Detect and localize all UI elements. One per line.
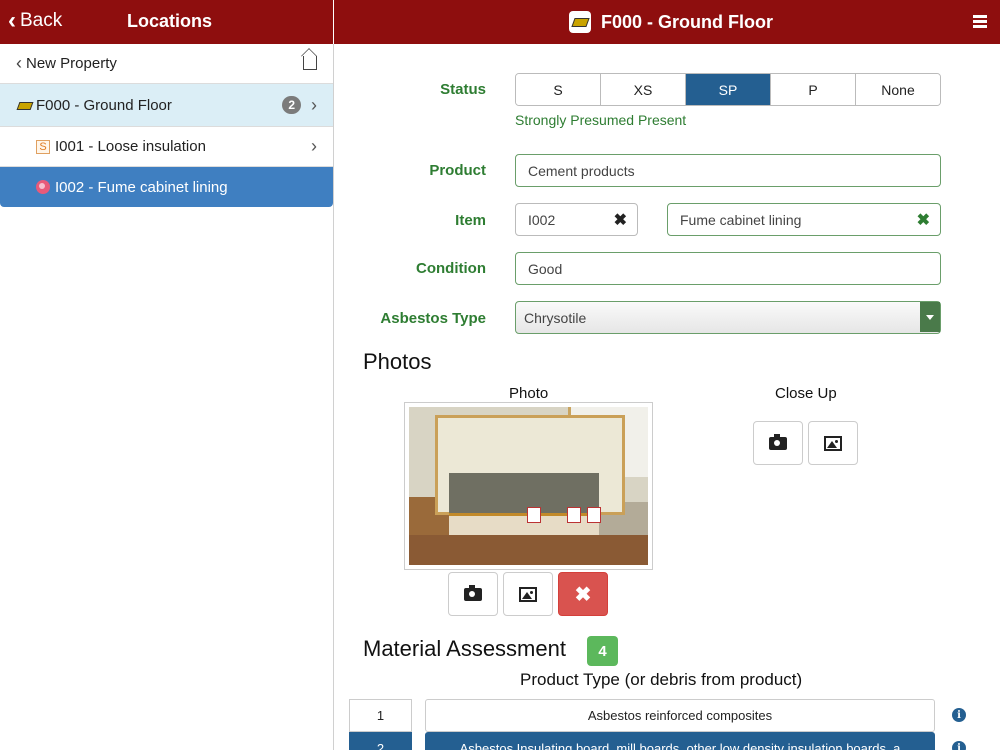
product-type-option[interactable]: Asbestos reinforced composites <box>425 699 935 732</box>
info-icon[interactable]: i <box>952 708 966 722</box>
close-icon[interactable]: ✖ <box>917 210 930 230</box>
item-code-field[interactable]: I002 ✖ <box>515 203 638 236</box>
closeup-gallery-button[interactable] <box>808 421 858 465</box>
status-option-s[interactable]: S <box>516 74 601 105</box>
sidebar-title: Locations <box>127 11 213 31</box>
main-panel: Status S XS SP P None Strongly Presumed … <box>335 44 1000 750</box>
asbestos-type-label: Asbestos Type <box>380 310 486 327</box>
product-type-option-selected[interactable]: Asbestos Insulating board, mill boards, … <box>425 732 935 750</box>
closeup-camera-button[interactable] <box>753 421 803 465</box>
assessment-score-badge: 4 <box>587 636 618 666</box>
info-icon[interactable]: i <box>952 741 966 750</box>
asbestos-type-select[interactable]: Chrysotile <box>515 301 941 334</box>
option-number: 1 <box>349 699 412 732</box>
chevron-down-icon <box>920 302 940 332</box>
status-segmented-control: S XS SP P None <box>515 73 941 106</box>
chevron-left-icon: ‹ <box>16 53 22 73</box>
photo-camera-button[interactable] <box>448 572 498 616</box>
sidebar-item-i001[interactable]: S I001 - Loose insulation › <box>0 127 333 167</box>
status-option-none[interactable]: None <box>856 74 940 105</box>
photos-heading: Photos <box>363 349 432 374</box>
sidebar-item-i002[interactable]: I002 - Fume cabinet lining <box>0 167 333 207</box>
photo-delete-button[interactable]: ✖ <box>558 572 608 616</box>
item-name-value: Fume cabinet lining <box>680 211 802 228</box>
biohazard-icon <box>36 180 50 194</box>
close-icon: ✖ <box>574 583 592 606</box>
back-button[interactable]: ‹ Back <box>8 9 62 33</box>
status-label: Status <box>440 81 486 98</box>
sidebar: ‹ New Property F000 - Ground Floor 2 › S… <box>0 44 334 750</box>
chevron-right-icon: › <box>311 136 317 156</box>
chevron-right-icon: › <box>311 94 317 115</box>
photo-thumbnail[interactable] <box>404 402 653 570</box>
home-icon[interactable] <box>303 56 317 70</box>
condition-field[interactable]: Good <box>515 252 941 285</box>
item-code-value: I002 <box>528 211 556 228</box>
sidebar-item-label: F000 - Ground Floor <box>36 96 172 114</box>
photo-label: Photo <box>509 385 549 402</box>
status-option-sp[interactable]: SP <box>686 74 771 105</box>
product-label: Product <box>429 162 486 179</box>
material-assessment-heading: Material Assessment <box>363 636 566 661</box>
fume-cabinet-photo <box>409 407 648 565</box>
sidebar-item-new-property[interactable]: ‹ New Property <box>0 44 333 84</box>
page-title: F000 - Ground Floor <box>601 11 774 32</box>
sidebar-item-label: I002 - Fume cabinet lining <box>55 178 228 196</box>
sidebar-header: ‹ Back Locations <box>0 0 333 44</box>
option-number: 2 <box>349 732 412 750</box>
main-header: F000 - Ground Floor <box>334 0 1000 44</box>
sidebar-item-label: New Property <box>26 55 117 72</box>
camera-icon <box>769 433 787 450</box>
floor-icon <box>16 99 32 111</box>
image-icon <box>824 435 842 451</box>
status-option-p[interactable]: P <box>771 74 856 105</box>
asbestos-type-value: Chrysotile <box>524 309 587 326</box>
count-badge: 2 <box>282 96 301 114</box>
menu-icon[interactable] <box>973 15 987 29</box>
closeup-label: Close Up <box>775 385 837 402</box>
s-icon: S <box>36 139 50 154</box>
close-icon[interactable]: ✖ <box>614 210 627 230</box>
floor-icon <box>569 11 591 33</box>
image-icon <box>519 586 537 602</box>
product-type-heading: Product Type (or debris from product) <box>520 670 803 689</box>
sidebar-item-floor[interactable]: F000 - Ground Floor 2 › <box>0 84 333 127</box>
condition-label: Condition <box>416 260 486 277</box>
status-description: Strongly Presumed Present <box>515 112 687 128</box>
back-label: Back <box>20 10 63 31</box>
camera-icon <box>464 584 482 601</box>
chevron-left-icon: ‹ <box>8 7 16 34</box>
status-option-xs[interactable]: XS <box>601 74 686 105</box>
item-label: Item <box>455 212 486 229</box>
product-field[interactable]: Cement products <box>515 154 941 187</box>
item-name-field[interactable]: Fume cabinet lining ✖ <box>667 203 941 236</box>
photo-gallery-button[interactable] <box>503 572 553 616</box>
sidebar-item-label: I001 - Loose insulation <box>55 138 206 155</box>
